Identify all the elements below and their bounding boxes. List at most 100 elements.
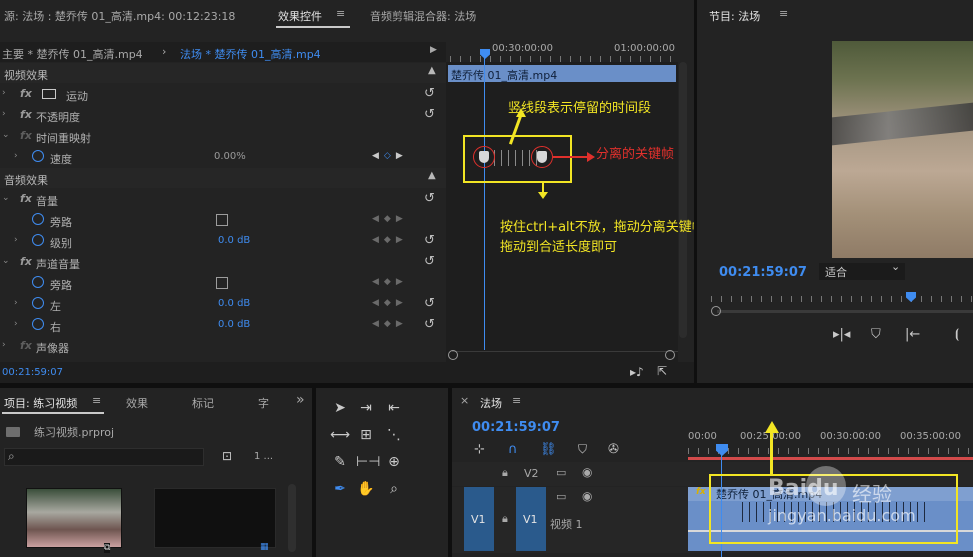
keyframe-nav-icon[interactable]: ◀◇▶ bbox=[372, 151, 408, 161]
bypass2-checkbox[interactable] bbox=[216, 277, 228, 289]
collapse-up-icon[interactable]: ▲ bbox=[428, 170, 436, 181]
zoom-tool-icon[interactable]: ⌕ bbox=[384, 481, 404, 497]
tab-effects[interactable]: 效果 bbox=[126, 395, 148, 411]
razor-tool-icon[interactable]: ⋱ bbox=[384, 427, 404, 443]
program-scrub-bar[interactable] bbox=[717, 310, 973, 313]
effect-row-time-remap[interactable]: ⌄ fx 时间重映射 bbox=[0, 126, 446, 147]
level-value[interactable]: 0.0 dB bbox=[218, 235, 250, 246]
stopwatch-icon[interactable] bbox=[32, 213, 44, 225]
stopwatch-icon[interactable] bbox=[32, 150, 44, 162]
timeline-ruler[interactable] bbox=[688, 424, 973, 460]
clip-master-label[interactable]: 主要 * 楚乔传 01_高清.mp4 bbox=[2, 46, 143, 62]
bypass-checkbox[interactable] bbox=[216, 214, 228, 226]
audio-mixer-tab[interactable]: 音频剪辑混合器: 法场 bbox=[370, 8, 476, 24]
fx-badge-icon[interactable]: fx bbox=[20, 255, 32, 268]
panel-divider-vertical-bottom-2[interactable] bbox=[448, 388, 452, 557]
collapse-arrow-icon[interactable]: ⌄ bbox=[2, 193, 10, 203]
add-marker-icon[interactable]: ⛉ bbox=[578, 442, 587, 457]
media-thumbnail-2[interactable] bbox=[154, 488, 276, 548]
program-monitor-title[interactable]: 节目: 法场 bbox=[709, 8, 760, 24]
fx-badge-icon[interactable]: fx bbox=[20, 129, 32, 142]
program-menu-icon[interactable]: ≡ bbox=[779, 7, 788, 20]
keyframe-nav-icon[interactable]: ◀◆▶ bbox=[372, 298, 408, 308]
keyframe-nav-icon[interactable]: ◀◆▶ bbox=[372, 277, 408, 287]
slide-tool-icon[interactable]: ⊢⊣ bbox=[356, 454, 380, 470]
program-timecode[interactable]: 00:21:59:07 bbox=[719, 265, 807, 280]
selection-tool-icon[interactable]: ➤ bbox=[330, 400, 350, 416]
effect-controls-menu-icon[interactable]: ≡ bbox=[336, 7, 345, 20]
fx-badge-icon[interactable]: fx bbox=[20, 339, 32, 352]
fx-badge-icon[interactable]: fx bbox=[20, 192, 32, 205]
project-search-input[interactable] bbox=[4, 448, 204, 466]
stopwatch-icon[interactable] bbox=[32, 234, 44, 246]
toggle-sync-icon[interactable]: ▭ bbox=[556, 490, 566, 503]
expand-arrow-icon[interactable]: › bbox=[2, 88, 6, 98]
program-video-frame[interactable] bbox=[832, 41, 973, 258]
stopwatch-icon[interactable] bbox=[32, 318, 44, 330]
pen-slide-tool-icon[interactable]: ⊕ bbox=[384, 454, 404, 470]
effect-row-speed[interactable]: › 速度 0.00% ◀◇▶ bbox=[0, 147, 446, 168]
effect-row-channel-volume[interactable]: ⌄ fx 声道音量 ↺ bbox=[0, 252, 446, 273]
media-thumbnail-1[interactable] bbox=[26, 488, 122, 548]
effect-row-bypass2[interactable]: 旁路 ◀◆▶ bbox=[0, 273, 446, 294]
program-zoom-handle[interactable] bbox=[711, 306, 721, 316]
eye-icon[interactable]: ◉ bbox=[582, 489, 592, 503]
collapse-up-icon[interactable]: ▲ bbox=[428, 65, 436, 76]
effect-row-bypass[interactable]: 旁路 ◀◆▶ bbox=[0, 210, 446, 231]
step-back-icon[interactable]: ⦗ bbox=[955, 327, 959, 342]
slip-tool-icon[interactable]: ✎ bbox=[330, 454, 350, 470]
more-panels-icon[interactable]: » bbox=[296, 392, 305, 408]
close-tab-icon[interactable]: × bbox=[460, 394, 469, 407]
keyframe-marker-left[interactable] bbox=[479, 151, 489, 163]
linked-selection-icon[interactable]: ⛓ bbox=[540, 442, 557, 457]
keyframe-nav-icon[interactable]: ◀◆▶ bbox=[372, 319, 408, 329]
expand-arrow-icon[interactable]: › bbox=[2, 109, 6, 119]
fx-badge-icon[interactable]: fx bbox=[20, 108, 32, 121]
go-to-in-icon[interactable]: |← bbox=[905, 327, 920, 342]
fx-badge-icon[interactable]: fx bbox=[20, 87, 32, 100]
timeline-work-area-bar[interactable] bbox=[688, 457, 973, 460]
expand-arrow-icon[interactable]: › bbox=[14, 298, 18, 308]
tab-markers[interactable]: 标记 bbox=[192, 395, 214, 411]
reset-icon[interactable]: ↺ bbox=[424, 191, 435, 206]
effect-row-right[interactable]: › 右 0.0 dB ◀◆▶ ↺ bbox=[0, 315, 446, 336]
toggle-sync-icon[interactable]: ▭ bbox=[556, 466, 566, 479]
transform-box-icon[interactable] bbox=[42, 89, 56, 99]
rate-stretch-tool-icon[interactable]: ⊞ bbox=[356, 427, 376, 443]
reset-icon[interactable]: ↺ bbox=[424, 296, 435, 311]
lock-icon[interactable]: 🔒︎ bbox=[502, 466, 508, 480]
effect-controls-tab[interactable]: 效果控件 bbox=[278, 8, 322, 24]
mini-zoom-scrollbar[interactable] bbox=[452, 351, 678, 359]
lock-icon[interactable]: 🔒︎ bbox=[502, 512, 508, 526]
ripple-edit-tool-icon[interactable]: ⇤ bbox=[384, 400, 404, 416]
stopwatch-icon[interactable] bbox=[32, 297, 44, 309]
expand-arrow-icon[interactable]: › bbox=[2, 340, 6, 350]
play-audio-icon[interactable]: ▸♪ bbox=[630, 365, 644, 379]
timeline-menu-icon[interactable]: ≡ bbox=[512, 394, 521, 407]
zoom-handle-left[interactable] bbox=[448, 350, 458, 360]
effect-row-motion[interactable]: › fx 运动 ↺ bbox=[0, 84, 446, 105]
snap-icon[interactable]: ∩ bbox=[508, 442, 518, 457]
expand-arrow-icon[interactable]: › bbox=[14, 235, 18, 245]
clip-sequence-label[interactable]: 法场 * 楚乔传 01_高清.mp4 bbox=[180, 46, 321, 62]
project-scrollbar[interactable] bbox=[288, 484, 296, 552]
effect-row-volume[interactable]: ⌄ fx 音量 ↺ bbox=[0, 189, 446, 210]
reset-icon[interactable]: ↺ bbox=[424, 233, 435, 248]
source-tab[interactable]: 源: 法场 : 楚乔传 01_高清.mp4: 00:12:23:18 bbox=[4, 8, 235, 24]
play-only-clip-icon[interactable]: ▶ bbox=[430, 45, 437, 55]
effect-row-left[interactable]: › 左 0.0 dB ◀◆▶ ↺ bbox=[0, 294, 446, 315]
expand-arrow-icon[interactable]: › bbox=[14, 151, 18, 161]
panel-divider-horizontal[interactable] bbox=[0, 383, 973, 388]
speed-value[interactable]: 0.00% bbox=[214, 151, 246, 162]
panel-divider-vertical-top[interactable] bbox=[694, 0, 697, 383]
timeline-title[interactable]: 法场 bbox=[480, 395, 502, 411]
mark-in-icon[interactable]: ▸|◂ bbox=[833, 327, 850, 342]
expand-arrow-icon[interactable]: › bbox=[14, 319, 18, 329]
effect-row-level[interactable]: › 级别 0.0 dB ◀◆▶ ↺ bbox=[0, 231, 446, 252]
collapse-arrow-icon[interactable]: ⌄ bbox=[2, 130, 10, 140]
reset-icon[interactable]: ↺ bbox=[424, 86, 435, 101]
tab-captions[interactable]: 字 bbox=[258, 395, 269, 411]
reset-icon[interactable]: ↺ bbox=[424, 254, 435, 269]
export-frame-icon[interactable]: ⇱ bbox=[657, 364, 667, 378]
mini-timeline[interactable] bbox=[446, 42, 678, 362]
